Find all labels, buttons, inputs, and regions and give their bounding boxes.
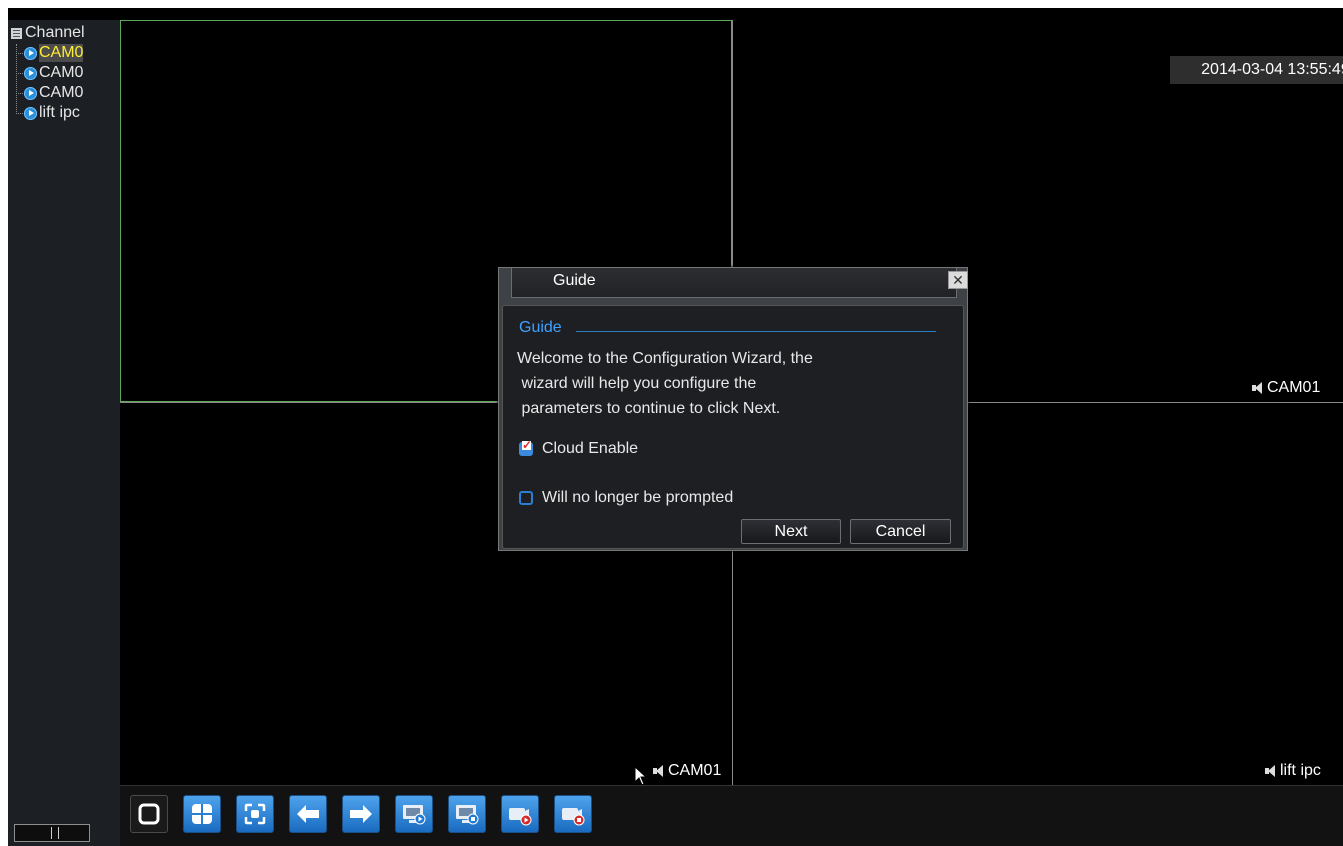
- pane-4-camera-name: lift ipc: [1280, 762, 1321, 779]
- cancel-button[interactable]: Cancel: [850, 519, 951, 544]
- speaker-muted-icon: [653, 764, 667, 778]
- channel-item-label: CAM0: [39, 64, 84, 81]
- channel-item-1[interactable]: CAM0: [16, 44, 84, 62]
- pane-2-camera-name: CAM01: [1267, 379, 1321, 396]
- cloud-enable-row[interactable]: Cloud Enable: [519, 440, 638, 458]
- quad-view-icon: [192, 804, 212, 824]
- channel-tree-root-label: Channel: [25, 24, 85, 41]
- start-tour-button[interactable]: [395, 795, 433, 833]
- dialog-titlebar[interactable]: Guide ✕: [511, 268, 968, 298]
- play-icon: [24, 86, 37, 100]
- guide-dialog: Guide ✕ Guide Welcome to the Configurati…: [498, 267, 968, 551]
- stop-record-button[interactable]: [554, 795, 592, 833]
- mouse-cursor-icon: [634, 766, 648, 786]
- quad-view-button[interactable]: [183, 795, 221, 833]
- next-page-button[interactable]: [342, 795, 380, 833]
- stop-tour-button[interactable]: [448, 795, 486, 833]
- play-icon: [24, 106, 37, 120]
- pane-4-camera-label: lift ipc: [1265, 762, 1321, 780]
- start-record-icon: [509, 808, 532, 826]
- datetime-overlay: 2014-03-04 13:55:49 Tue: [1170, 56, 1343, 84]
- channel-item-3[interactable]: CAM0: [16, 73, 84, 102]
- dialog-body: Guide Welcome to the Configuration Wizar…: [502, 305, 964, 549]
- speaker-muted-icon: [1252, 381, 1266, 395]
- bottom-toolbar: [120, 785, 1343, 846]
- stop-tour-icon: [456, 805, 479, 825]
- start-record-button[interactable]: [501, 795, 539, 833]
- list-icon: [11, 27, 22, 39]
- pane-3-camera-name: CAM01: [668, 762, 722, 779]
- single-view-button[interactable]: [130, 795, 168, 833]
- welcome-message: Welcome to the Configuration Wizard, the…: [517, 350, 813, 417]
- group-divider: [576, 331, 936, 332]
- channel-item-label: lift ipc: [39, 104, 80, 121]
- speaker-muted-icon: [1265, 764, 1279, 778]
- channel-item-2[interactable]: CAM0: [16, 53, 84, 82]
- single-view-icon: [138, 803, 160, 825]
- cloud-enable-label: Cloud Enable: [542, 440, 639, 457]
- stop-record-icon: [562, 808, 585, 826]
- previous-arrow-icon: [297, 805, 319, 823]
- next-arrow-icon: [350, 805, 372, 823]
- no-prompt-row[interactable]: Will no longer be prompted: [519, 489, 733, 507]
- channel-tree-root[interactable]: Channel: [11, 24, 85, 42]
- play-icon: [24, 46, 37, 60]
- pane-2-camera-label: CAM01: [1252, 379, 1320, 397]
- no-prompt-checkbox[interactable]: [519, 491, 533, 505]
- channel-item-label: CAM0: [39, 84, 84, 101]
- cloud-enable-checkbox[interactable]: [519, 441, 533, 456]
- fullscreen-icon: [244, 803, 266, 825]
- sidebar-scrollbar[interactable]: [14, 824, 90, 842]
- scrollbar-grip[interactable]: [51, 827, 59, 839]
- no-prompt-label: Will no longer be prompted: [542, 489, 734, 506]
- dialog-title: Guide: [553, 272, 596, 289]
- channel-item-4[interactable]: lift ipc: [16, 93, 80, 122]
- play-icon: [24, 66, 37, 80]
- close-button[interactable]: ✕: [948, 271, 968, 289]
- channel-sidebar: Channel CAM0 CAM0 CAM0 lift ipc: [8, 20, 121, 846]
- start-tour-icon: [403, 805, 426, 825]
- group-label: Guide: [519, 319, 562, 336]
- channel-item-label: CAM0: [39, 44, 84, 62]
- pane-3-camera-label: CAM01: [653, 762, 721, 780]
- next-button[interactable]: Next: [741, 519, 841, 544]
- fullscreen-button[interactable]: [236, 795, 274, 833]
- previous-button[interactable]: [289, 795, 327, 833]
- dvr-screen: Channel CAM0 CAM0 CAM0 lift ipc 2014-03-…: [8, 8, 1343, 846]
